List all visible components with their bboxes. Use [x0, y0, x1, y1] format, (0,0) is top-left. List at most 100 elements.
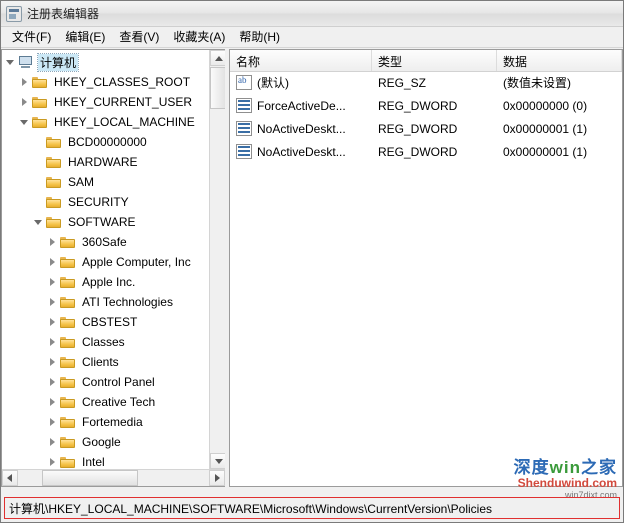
tree-node[interactable]: HKEY_LOCAL_MACHINE [2, 112, 209, 132]
column-header-name[interactable]: 名称 [230, 50, 372, 71]
tree-node[interactable]: Google [2, 432, 209, 452]
value-data-cell: 0x00000000 (0) [503, 98, 588, 113]
menu-bar: 文件(F) 编辑(E) 查看(V) 收藏夹(A) 帮助(H) [1, 27, 623, 48]
tree-node[interactable]: CBSTEST [2, 312, 209, 332]
tree-node[interactable]: Creative Tech [2, 392, 209, 412]
tree-node-label: Google [82, 435, 121, 449]
registry-tree[interactable]: 计算机 HKEY_CLASSES_ROOT HKEY_CURRENT_USER HKE… [2, 50, 209, 469]
folder-icon [60, 276, 76, 289]
tree-node[interactable]: Classes [2, 332, 209, 352]
tree-node[interactable]: Apple Computer, Inc [2, 252, 209, 272]
tree-node[interactable]: Apple Inc. [2, 272, 209, 292]
registry-editor-icon [6, 5, 22, 22]
tree-node-label: Apple Inc. [82, 275, 136, 289]
tree-node[interactable]: ATI Technologies [2, 292, 209, 312]
value-data-cell: 0x00000001 (1) [503, 121, 588, 136]
value-data-cell: 0x00000001 (1) [503, 144, 588, 159]
folder-icon [60, 396, 76, 409]
menu-favorites[interactable]: 收藏夹(A) [166, 26, 232, 48]
column-header-data[interactable]: 数据 [497, 50, 622, 71]
table-row[interactable]: ForceActiveDe... REG_DWORD 0x00000000 (0) [230, 94, 622, 117]
folder-icon [46, 136, 62, 149]
tree-node[interactable]: Intel [2, 452, 209, 469]
tree-node[interactable]: Fortemedia [2, 412, 209, 432]
tree-node-label: SAM [68, 175, 95, 189]
folder-icon [32, 116, 48, 129]
chevron-right-icon[interactable] [46, 352, 60, 372]
string-value-icon [236, 75, 252, 90]
binary-value-icon [236, 98, 252, 113]
tree-vscroll-thumb[interactable] [210, 67, 225, 109]
tree-node[interactable]: BCD00000000 [2, 132, 209, 152]
scroll-up-arrow-icon[interactable] [210, 50, 225, 66]
chevron-right-icon[interactable] [46, 272, 60, 292]
chevron-down-icon[interactable] [18, 112, 32, 132]
tree-node-label: ATI Technologies [82, 295, 173, 309]
tree-node[interactable]: HARDWARE [2, 152, 209, 172]
binary-value-icon [236, 121, 252, 136]
menu-view[interactable]: 查看(V) [112, 26, 166, 48]
folder-icon [60, 416, 76, 429]
tree-node[interactable]: SECURITY [2, 192, 209, 212]
tree-node[interactable]: HKEY_CLASSES_ROOT [2, 72, 209, 92]
menu-file[interactable]: 文件(F) [5, 26, 58, 48]
chevron-right-icon[interactable] [46, 452, 60, 469]
tree-node-label: Creative Tech [82, 395, 156, 409]
tree-node-label: Apple Computer, Inc [82, 255, 191, 269]
chevron-right-icon[interactable] [46, 432, 60, 452]
tree-node[interactable]: Control Panel [2, 372, 209, 392]
scroll-right-arrow-icon[interactable] [209, 470, 225, 486]
chevron-right-icon[interactable] [46, 232, 60, 252]
folder-icon [60, 376, 76, 389]
tree-node-label: HKEY_CURRENT_USER [54, 95, 193, 109]
folder-icon [46, 196, 62, 209]
tree-node-label: 360Safe [82, 235, 127, 249]
chevron-right-icon[interactable] [46, 292, 60, 312]
tree-node[interactable]: SOFTWARE [2, 212, 209, 232]
registry-values-pane: 名称 类型 数据 (默认) REG_SZ (数值未设置) ForceActiveDe.… [229, 49, 623, 487]
chevron-right-icon[interactable] [46, 252, 60, 272]
chevron-down-icon[interactable] [32, 212, 46, 232]
table-row[interactable]: (默认) REG_SZ (数值未设置) [230, 71, 622, 94]
tree-node-label: Clients [82, 355, 119, 369]
tree-node-label: BCD00000000 [68, 135, 147, 149]
value-type-cell: REG_SZ [378, 75, 427, 90]
current-key-path: 计算机\HKEY_LOCAL_MACHINE\SOFTWARE\Microsof… [9, 501, 493, 516]
chevron-right-icon[interactable] [46, 312, 60, 332]
folder-icon [60, 236, 76, 249]
tree-node[interactable]: SAM [2, 172, 209, 192]
status-bar-path: 计算机\HKEY_LOCAL_MACHINE\SOFTWARE\Microsof… [4, 497, 620, 519]
tree-node[interactable]: Clients [2, 352, 209, 372]
tree-vertical-scrollbar[interactable] [209, 50, 225, 469]
chevron-right-icon[interactable] [46, 412, 60, 432]
chevron-right-icon[interactable] [46, 392, 60, 412]
tree-node[interactable]: 360Safe [2, 232, 209, 252]
folder-icon [60, 316, 76, 329]
table-row[interactable]: NoActiveDeskt... REG_DWORD 0x00000001 (1) [230, 117, 622, 140]
chevron-down-icon[interactable] [4, 52, 18, 72]
value-name-cell: NoActiveDeskt... [230, 121, 372, 136]
chevron-right-icon[interactable] [46, 372, 60, 392]
menu-edit[interactable]: 编辑(E) [58, 26, 112, 48]
tree-horizontal-scrollbar[interactable] [2, 469, 225, 486]
column-header-type[interactable]: 类型 [372, 50, 497, 71]
chevron-right-icon[interactable] [18, 92, 32, 112]
folder-icon [46, 216, 62, 229]
chevron-right-icon[interactable] [18, 72, 32, 92]
scroll-down-arrow-icon[interactable] [210, 453, 225, 469]
table-row[interactable]: NoActiveDeskt... REG_DWORD 0x00000001 (1) [230, 140, 622, 163]
value-name-cell: NoActiveDeskt... [230, 144, 372, 159]
tree-node[interactable]: 计算机 [2, 52, 209, 72]
values-list-body[interactable]: (默认) REG_SZ (数值未设置) ForceActiveDe... REG_DWO… [230, 71, 622, 486]
scroll-left-arrow-icon[interactable] [2, 470, 18, 486]
value-type-cell: REG_DWORD [378, 98, 458, 113]
chevron-right-icon[interactable] [46, 332, 60, 352]
tree-node[interactable]: HKEY_CURRENT_USER [2, 92, 209, 112]
main-content: 计算机 HKEY_CLASSES_ROOT HKEY_CURRENT_USER HKE… [1, 49, 623, 487]
tree-hscroll-thumb[interactable] [42, 470, 138, 486]
registry-editor-window: 注册表编辑器 文件(F) 编辑(E) 查看(V) 收藏夹(A) 帮助(H) 计算… [0, 0, 624, 523]
menu-help[interactable]: 帮助(H) [232, 26, 287, 48]
